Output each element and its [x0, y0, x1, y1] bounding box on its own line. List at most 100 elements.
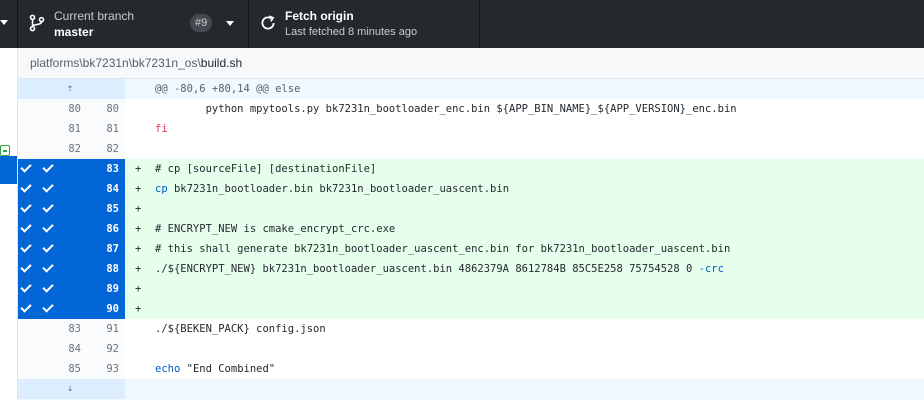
diff-marker: +: [135, 279, 147, 299]
hunk-footer-row: ⇣: [18, 379, 924, 400]
check-icon: [20, 161, 32, 173]
old-line-number: 81: [35, 119, 89, 139]
added-line-row[interactable]: 89 +: [18, 279, 924, 299]
line-select-gutter: [18, 339, 35, 359]
line-select-gutter[interactable]: [18, 199, 35, 219]
line-select-gutter[interactable]: [18, 279, 35, 299]
line-select-gutter: [18, 319, 35, 339]
line-select-gutter: [18, 359, 35, 379]
diff-marker: [135, 339, 147, 359]
new-line-number: 92: [89, 339, 125, 359]
fetch-label: Fetch origin: [285, 9, 354, 23]
repository-dropdown[interactable]: [0, 0, 18, 48]
expand-up-icon[interactable]: ⇡: [64, 83, 76, 95]
chevron-down-icon: [0, 20, 8, 25]
check-icon: [20, 301, 32, 313]
file-list-sidebar: [0, 48, 18, 400]
old-line-number[interactable]: [35, 279, 89, 299]
old-line-number: 85: [35, 359, 89, 379]
old-line-number[interactable]: [35, 219, 89, 239]
added-line-row[interactable]: 83 + # cp [sourceFile] [destinationFile]: [18, 159, 924, 179]
old-line-number: 82: [35, 139, 89, 159]
diff-marker: +: [135, 199, 147, 219]
sync-icon: [261, 15, 275, 30]
branch-name: master: [54, 25, 94, 39]
old-line-number[interactable]: [35, 259, 89, 279]
new-line-number[interactable]: 89: [89, 279, 125, 299]
old-line-number[interactable]: [35, 299, 89, 319]
new-line-number[interactable]: 85: [89, 199, 125, 219]
check-icon: [20, 181, 32, 193]
check-icon: [42, 281, 54, 293]
expand-down-icon[interactable]: ⇣: [64, 383, 76, 395]
code-line: # cp [sourceFile] [destinationFile]: [155, 159, 924, 179]
code-line: ./${BEKEN_PACK} config.json: [155, 323, 326, 335]
new-line-number[interactable]: 83: [89, 159, 125, 179]
check-icon: [42, 161, 54, 173]
new-line-number: 81: [89, 119, 125, 139]
context-line-row[interactable]: 82 82: [18, 139, 924, 159]
toolbar: Current branch master #9 Fetch origin La…: [0, 0, 924, 48]
added-line-row[interactable]: 84 + cp bk7231n_bootloader.bin bk7231n_boo…: [18, 179, 924, 199]
check-icon: [42, 301, 54, 313]
branch-label: Current branch: [54, 9, 135, 23]
old-line-number[interactable]: [35, 239, 89, 259]
new-line-number: 91: [89, 319, 125, 339]
code-line: [155, 299, 924, 319]
line-select-gutter: [18, 119, 35, 139]
diff-marker: +: [135, 299, 147, 319]
code-line: [155, 199, 924, 219]
added-line-row[interactable]: 90 +: [18, 299, 924, 319]
diff-marker: +: [135, 159, 147, 179]
code-line: python mpytools.py bk7231n_bootloader_en…: [155, 103, 737, 115]
code-line: echo "End Combined": [155, 363, 276, 375]
fetch-origin-button[interactable]: Fetch origin Last fetched 8 minutes ago: [249, 0, 480, 48]
line-select-gutter[interactable]: [18, 219, 35, 239]
line-select-gutter[interactable]: [18, 259, 35, 279]
check-icon: [42, 221, 54, 233]
new-line-number[interactable]: 90: [89, 299, 125, 319]
code-line: cp bk7231n_bootloader.bin bk7231n_bootlo…: [155, 179, 924, 199]
new-line-number[interactable]: 88: [89, 259, 125, 279]
diff-marker: +: [135, 219, 147, 239]
old-line-number[interactable]: [35, 199, 89, 219]
file-name: build.sh: [200, 56, 243, 70]
pull-request-badge[interactable]: #9: [190, 14, 213, 32]
code-line: fi: [155, 123, 168, 135]
file-added-icon: [0, 145, 10, 156]
added-line-row[interactable]: 86 + # ENCRYPT_NEW is cmake_encrypt_crc.ex…: [18, 219, 924, 239]
old-line-number[interactable]: [35, 159, 89, 179]
check-icon: [20, 241, 32, 253]
selected-file-item[interactable]: [0, 156, 17, 184]
line-select-gutter[interactable]: [18, 159, 35, 179]
line-select-gutter[interactable]: [18, 239, 35, 259]
check-icon: [42, 201, 54, 213]
new-line-number[interactable]: 84: [89, 179, 125, 199]
added-line-row[interactable]: 88 + ./${ENCRYPT_NEW} bk7231n_bootloader_u…: [18, 259, 924, 279]
line-select-gutter[interactable]: [18, 299, 35, 319]
old-line-number[interactable]: [35, 179, 89, 199]
old-line-number: 80: [35, 99, 89, 119]
context-line-row[interactable]: 84 92: [18, 339, 924, 359]
current-branch-button[interactable]: Current branch master #9: [18, 0, 249, 48]
branch-icon: [29, 14, 45, 32]
code-line: [155, 279, 924, 299]
added-line-row[interactable]: 85 +: [18, 199, 924, 219]
check-icon: [20, 281, 32, 293]
check-icon: [42, 181, 54, 193]
old-line-number: 83: [35, 319, 89, 339]
diff-marker: +: [135, 239, 147, 259]
context-line-row[interactable]: 85 93 echo "End Combined": [18, 359, 924, 379]
new-line-number[interactable]: 87: [89, 239, 125, 259]
file-modified-icon: [0, 115, 10, 126]
check-icon: [42, 241, 54, 253]
context-line-row[interactable]: 83 91 ./${BEKEN_PACK} config.json: [18, 319, 924, 339]
context-line-row[interactable]: 81 81 fi: [18, 119, 924, 139]
last-fetched-text: Last fetched 8 minutes ago: [285, 26, 418, 38]
added-line-row[interactable]: 87 + # this shall generate bk7231n_bootloa…: [18, 239, 924, 259]
new-line-number[interactable]: 86: [89, 219, 125, 239]
context-line-row[interactable]: 80 80 python mpytools.py bk7231n_bootload…: [18, 99, 924, 119]
line-select-gutter[interactable]: [18, 179, 35, 199]
